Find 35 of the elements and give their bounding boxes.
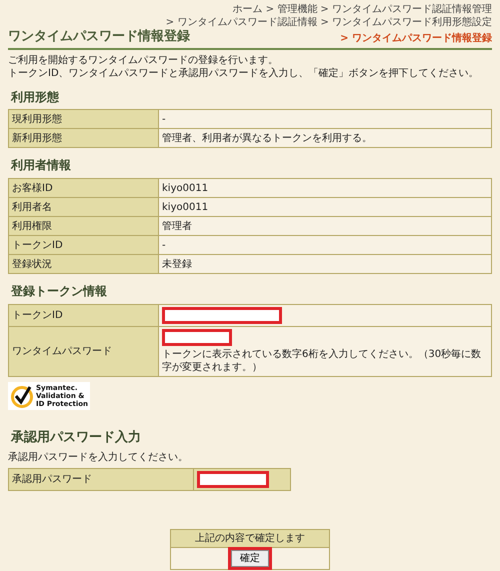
- breadcrumb-line[interactable]: ホーム > 管理機能 > ワンタイムパスワード認証情報管理: [8, 4, 492, 16]
- table-cell: 未登録: [158, 254, 492, 274]
- table-cell: 管理者: [158, 216, 492, 236]
- table-cell: 管理者、利用者が異なるトークンを利用する。: [158, 128, 492, 148]
- intro-text: ご利用を開始するワンタイムパスワードの登録を行います。: [8, 54, 279, 67]
- breadcrumb-line: > ワンタイムパスワード情報登録: [340, 33, 492, 46]
- table-label: 現利用形態: [8, 110, 158, 129]
- table-label: トークンID: [8, 304, 158, 326]
- breadcrumb-line[interactable]: > ワンタイムパスワード認証情報 > ワンタイムパスワード利用形態設定: [8, 16, 492, 29]
- table-label: 新利用形態: [8, 128, 158, 148]
- table-cell: kiyo0011: [158, 198, 492, 217]
- table-label: 登録状況: [8, 254, 158, 274]
- table-label: 利用者名: [8, 198, 158, 217]
- intro-text: トークンID、ワンタイムパスワードと承認用パスワードを入力し、「確定」ボタンを押下してください。: [8, 66, 480, 80]
- table-label: ワンタイムパスワード: [8, 326, 158, 376]
- section-heading: 登録トークン情報: [11, 284, 108, 300]
- password-field[interactable]: [196, 470, 269, 488]
- input-field[interactable]: [162, 306, 282, 324]
- page-title: ワンタイムパスワード情報登録: [8, 29, 190, 46]
- confirm-button[interactable]: 確定: [231, 550, 269, 567]
- table-cell: kiyo0011: [158, 178, 492, 198]
- section-heading: 承認用パスワード入力: [11, 430, 142, 447]
- table-cell: -: [158, 236, 492, 255]
- description-text: 承認用パスワードを入力してください。: [8, 450, 189, 464]
- table-label: 利用権限: [8, 216, 158, 236]
- table-label: 承認用パスワード: [8, 468, 194, 490]
- input-field[interactable]: [162, 328, 232, 346]
- table-label: トークンID: [8, 236, 158, 255]
- checkmark-icon: [10, 384, 34, 408]
- table-cell: -: [158, 110, 492, 129]
- confirm-caption: 上記の内容で確定します: [170, 529, 330, 548]
- section-heading: 利用形態: [11, 90, 60, 106]
- table-label: お客様ID: [8, 178, 158, 198]
- section-heading: 利用者情報: [11, 158, 72, 174]
- hint-text: トークンに表示されている数字6桁を入力してください。（30秒毎に数字が変更されます。）: [162, 348, 482, 374]
